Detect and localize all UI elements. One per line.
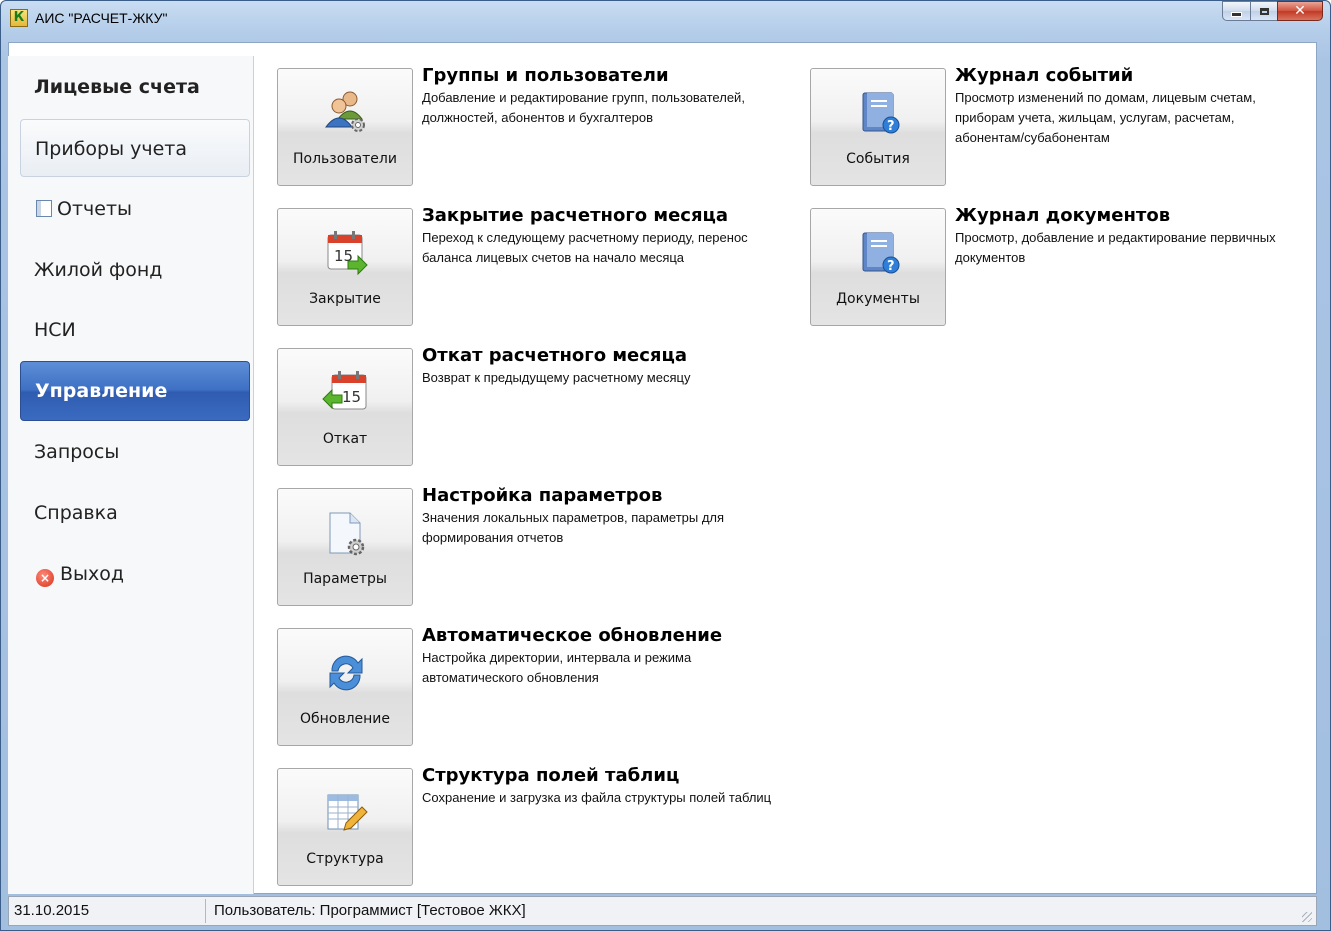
- item-title-close-month: Закрытие расчетного месяца: [422, 205, 729, 226]
- table-structure-icon: [327, 794, 368, 831]
- item-description-documents: Просмотр, добавление и редактирование пе…: [955, 230, 1276, 265]
- help-book-icon: ?: [862, 232, 900, 274]
- exit-icon: ×: [36, 569, 54, 587]
- report-icon: [36, 200, 52, 217]
- sidebar-item-label: Управление: [35, 380, 168, 402]
- item-title-parameters: Настройка параметров: [422, 485, 663, 506]
- tile-label: Параметры: [303, 571, 387, 587]
- item-description-rollback: Возврат к предыдущему расчетному месяцу: [422, 370, 691, 385]
- item-description-structure: Сохранение и загрузка из файла структуры…: [422, 790, 772, 805]
- sidebar-item-meters[interactable]: Приборы учета: [20, 119, 250, 177]
- item-title-events: Журнал событий: [955, 65, 1134, 86]
- item-title-users: Группы и пользователи: [422, 65, 669, 86]
- resize-grip-icon[interactable]: [1302, 912, 1312, 922]
- app-logo-icon: К: [10, 9, 28, 27]
- sidebar-item-label: Выход: [60, 563, 125, 585]
- sidebar-item-label: Приборы учета: [35, 138, 188, 160]
- tile-label: Обновление: [299, 711, 391, 727]
- item-description-users: Добавление и редактирование групп, польз…: [422, 90, 745, 125]
- users-button[interactable]: Пользователи: [277, 68, 413, 186]
- sidebar-item-exit[interactable]: × Выход: [20, 545, 250, 603]
- status-divider: [205, 899, 206, 923]
- tile-label: События: [846, 151, 910, 167]
- tile-label: Пользователи: [293, 151, 397, 167]
- item-description-events: Просмотр изменений по домам, лицевым сче…: [955, 90, 1256, 145]
- item-title-documents: Журнал документов: [955, 205, 1171, 226]
- sidebar-item-label: Лицевые счета: [34, 76, 200, 98]
- close-month-button[interactable]: 15 Закрытие: [277, 208, 413, 326]
- tile-label: Документы: [836, 291, 920, 307]
- item-title-structure: Структура полей таблиц: [422, 765, 680, 786]
- maximize-button[interactable]: [1250, 1, 1277, 21]
- window-title: АИС "РАСЧЕТ-ЖКУ": [35, 10, 168, 26]
- maximize-icon: [1259, 7, 1269, 15]
- sidebar: Лицевые счета Приборы учета Отчеты Жилой…: [8, 56, 254, 894]
- settings-document-icon: [329, 512, 365, 556]
- title-bar[interactable]: К АИС "РАСЧЕТ-ЖКУ" ✕: [1, 1, 1330, 43]
- status-user: Пользователь: Программист [Тестовое ЖКХ]: [214, 902, 526, 919]
- events-button[interactable]: ? События: [810, 68, 946, 186]
- calendar-forward-icon: 15: [327, 231, 368, 276]
- sidebar-item-reports[interactable]: Отчеты: [20, 180, 250, 238]
- svg-text:?: ?: [887, 259, 895, 274]
- sidebar-item-label: НСИ: [34, 319, 76, 341]
- minimize-button[interactable]: [1222, 1, 1250, 21]
- parameters-button[interactable]: Параметры: [277, 488, 413, 606]
- sidebar-item-management[interactable]: Управление: [20, 361, 250, 421]
- sidebar-item-help[interactable]: Справка: [20, 484, 250, 542]
- svg-text:?: ?: [887, 119, 895, 134]
- sidebar-item-label: Справка: [34, 502, 118, 524]
- calendar-back-icon: 15: [322, 371, 367, 410]
- sidebar-item-nsi[interactable]: НСИ: [20, 301, 250, 359]
- sidebar-item-accounts[interactable]: Лицевые счета: [20, 58, 250, 116]
- caption-buttons: ✕: [1222, 1, 1323, 22]
- item-title-rollback: Откат расчетного месяца: [422, 345, 687, 366]
- status-date: 31.10.2015: [14, 902, 90, 919]
- help-book-icon: ?: [862, 92, 900, 134]
- sidebar-item-label: Запросы: [34, 441, 120, 463]
- svg-text:15: 15: [342, 388, 361, 406]
- update-button[interactable]: Обновление: [277, 628, 413, 746]
- sidebar-item-label: Жилой фонд: [34, 259, 163, 281]
- sidebar-item-label: Отчеты: [57, 198, 133, 220]
- item-description-update: Настройка директории, интервала и режима…: [422, 650, 692, 685]
- refresh-icon: [329, 655, 363, 691]
- rollback-button[interactable]: 15 Откат: [277, 348, 413, 466]
- minimize-icon: [1231, 11, 1242, 17]
- item-title-update: Автоматическое обновление: [422, 625, 723, 646]
- tile-label: Закрытие: [309, 291, 381, 307]
- close-icon: ✕: [1294, 3, 1306, 19]
- tile-label: Откат: [322, 431, 368, 447]
- item-description-parameters: Значения локальных параметров, параметры…: [422, 510, 725, 545]
- item-description-close-month: Переход к следующему расчетному периоду,…: [422, 230, 748, 265]
- documents-button[interactable]: ? Документы: [810, 208, 946, 326]
- structure-button[interactable]: Структура: [277, 768, 413, 886]
- close-button[interactable]: ✕: [1277, 1, 1323, 21]
- tile-label: Структура: [306, 851, 384, 867]
- status-bar: 31.10.2015 Пользователь: Программист [Те…: [8, 896, 1317, 926]
- sidebar-item-housing[interactable]: Жилой фонд: [20, 241, 250, 299]
- users-icon: [325, 91, 365, 132]
- sidebar-item-queries[interactable]: Запросы: [20, 423, 250, 481]
